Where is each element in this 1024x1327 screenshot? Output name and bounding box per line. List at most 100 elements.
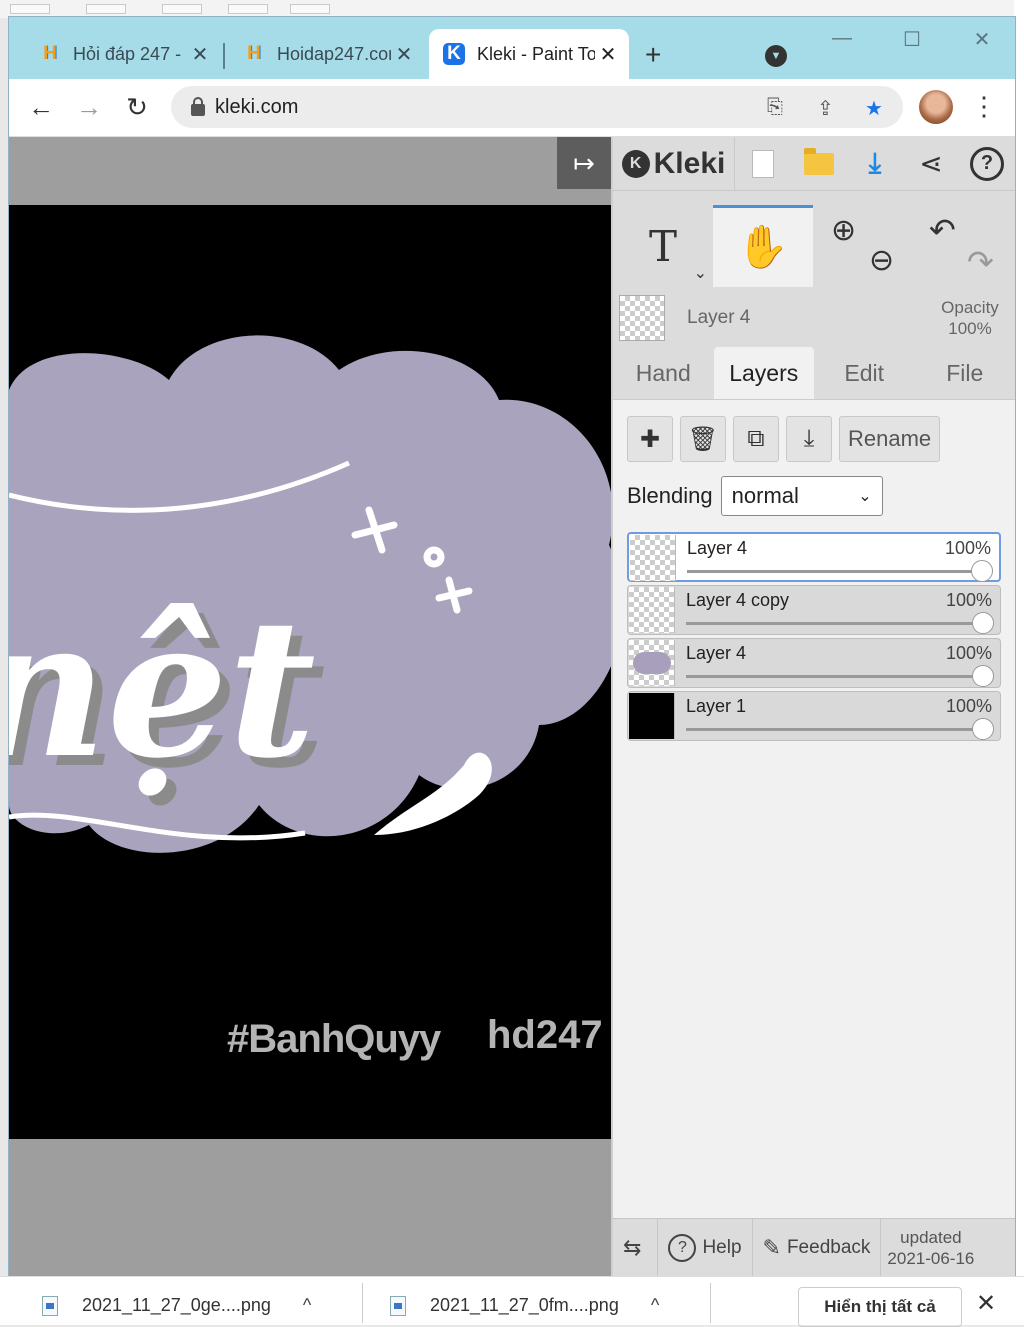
chevron-down-icon[interactable]: ⌄ xyxy=(694,263,707,283)
text-tool-button[interactable]: T ⌄ xyxy=(613,205,713,287)
layer-opacity-slider[interactable] xyxy=(687,570,983,573)
address-bar[interactable]: kleki.com ⎘ ⇪ ★ xyxy=(171,86,903,128)
layer-row[interactable]: Layer 4 100% xyxy=(627,532,1001,582)
layer-opacity: 100% xyxy=(945,643,992,663)
help-button[interactable]: ? xyxy=(959,137,1015,191)
tab-edit[interactable]: Edit xyxy=(814,347,915,399)
share-page-icon[interactable]: ⇪ xyxy=(817,96,834,121)
back-arrow-icon[interactable]: ← xyxy=(23,91,59,123)
layer-opacity: 100% xyxy=(944,538,991,558)
layer-row[interactable]: Layer 1 100% xyxy=(627,691,1001,741)
feedback-icon: ✎ xyxy=(762,1234,781,1260)
merge-down-icon: ⤓ xyxy=(803,425,815,452)
layer-opacity-knob[interactable] xyxy=(972,665,994,687)
delete-layer-button[interactable]: 🗑 xyxy=(680,416,726,462)
tab-search-icon[interactable]: ▼ xyxy=(765,45,787,67)
swap-side-button[interactable]: ⇆ xyxy=(613,1218,659,1276)
blending-value: normal xyxy=(731,483,799,508)
translate-icon[interactable]: ⎘ xyxy=(767,96,783,119)
tab-separator xyxy=(223,43,225,69)
tab-kleki[interactable]: K Kleki - Paint Tool ✕ xyxy=(429,29,629,79)
layer-name: Layer 1 xyxy=(686,696,747,716)
forward-arrow-icon[interactable]: → xyxy=(71,91,107,123)
drawing-canvas[interactable]: nệt nệt #BanhQuyy hd247 xyxy=(9,205,611,1139)
profile-avatar[interactable] xyxy=(919,90,953,124)
chevron-up-icon[interactable]: ^ xyxy=(651,1295,659,1316)
tab-file[interactable]: File xyxy=(915,347,1016,399)
blending-select[interactable]: normal ⌄ xyxy=(720,476,883,516)
layer-opacity-knob[interactable] xyxy=(971,560,993,582)
current-layer-opacity[interactable]: Opacity 100% xyxy=(935,297,1005,339)
add-layer-button[interactable]: ✚ xyxy=(627,416,673,462)
lock-icon xyxy=(191,97,205,116)
close-tab-icon[interactable]: ✕ xyxy=(187,42,213,67)
collapse-panel-icon[interactable]: ↦ xyxy=(557,137,611,189)
image-file-icon xyxy=(390,1295,406,1316)
browser-window: H Hỏi đáp 247 - ✕ H Hoidap247.com ✕ K Kl… xyxy=(8,16,1016,1276)
download-item[interactable]: 2021_11_27_0ge....png ^ xyxy=(42,1295,311,1316)
tab-layers[interactable]: Layers xyxy=(713,347,814,399)
tab-hand[interactable]: Hand xyxy=(613,347,714,399)
new-tab-button[interactable]: + xyxy=(645,41,661,69)
panel-tabs: Hand Layers Edit File xyxy=(613,347,1015,399)
desktop-icon xyxy=(228,4,268,14)
layer-row[interactable]: Layer 4 100% xyxy=(627,638,1001,688)
reload-icon[interactable]: ↻ xyxy=(119,91,155,123)
zoom-out-icon[interactable]: ⊖ xyxy=(869,243,894,278)
download-item[interactable]: 2021_11_27_0fm....png ^ xyxy=(390,1295,659,1316)
layer-thumbnail xyxy=(630,535,676,581)
layers-panel: ✚ 🗑 ⧉ ⤓ Rename Blending normal ⌄ Layer 4… xyxy=(613,399,1015,1249)
show-all-downloads-button[interactable]: Hiển thị tất cả xyxy=(798,1287,962,1327)
help-link[interactable]: ? Help xyxy=(658,1218,753,1276)
layer-opacity-knob[interactable] xyxy=(972,718,994,740)
download-separator xyxy=(710,1283,711,1323)
layer-opacity-slider[interactable] xyxy=(686,675,984,678)
chevron-up-icon[interactable]: ^ xyxy=(303,1295,311,1316)
minimize-icon[interactable]: — xyxy=(827,27,857,50)
artwork-graphic: nệt nệt xyxy=(9,335,611,853)
feedback-link[interactable]: ✎ Feedback xyxy=(753,1218,882,1276)
share-button[interactable]: ⋖ xyxy=(903,137,959,191)
undo-icon[interactable]: ↶ xyxy=(929,211,956,249)
browser-menu-icon[interactable]: ⋮ xyxy=(971,91,997,122)
rename-layer-button[interactable]: Rename xyxy=(839,416,941,462)
redo-icon[interactable]: ↷ xyxy=(967,243,994,281)
window-close-icon[interactable]: ✕ xyxy=(967,27,997,52)
close-downloads-icon[interactable]: ✕ xyxy=(976,1289,996,1318)
svg-text:nệt: nệt xyxy=(9,577,316,800)
layer-opacity-knob[interactable] xyxy=(972,612,994,634)
plus-icon: ✚ xyxy=(639,425,661,453)
tab-strip: H Hỏi đáp 247 - ✕ H Hoidap247.com ✕ K Kl… xyxy=(9,17,1015,79)
bookmark-star-icon[interactable]: ★ xyxy=(865,96,883,121)
download-filename: 2021_11_27_0fm....png xyxy=(430,1295,619,1315)
layer-row[interactable]: Layer 4 copy 100% xyxy=(627,585,1001,635)
update-info[interactable]: updated 2021-06-16 xyxy=(881,1227,980,1269)
layer-opacity-slider[interactable] xyxy=(686,728,984,731)
kleki-logo-text: Kleki xyxy=(653,146,726,180)
save-image-button[interactable]: ⤓ xyxy=(847,137,903,191)
close-tab-icon[interactable]: ✕ xyxy=(595,42,621,67)
tab-title: Hỏi đáp 247 - xyxy=(73,43,182,64)
duplicate-layer-button[interactable]: ⧉ xyxy=(733,416,779,462)
url-text: kleki.com xyxy=(215,95,299,118)
trash-icon: 🗑 xyxy=(687,425,719,453)
desktop-icon xyxy=(10,4,50,14)
new-image-button[interactable] xyxy=(735,137,791,191)
zoom-in-icon[interactable]: ⊕ xyxy=(831,213,856,248)
maximize-icon[interactable]: ☐ xyxy=(897,27,927,52)
kleki-logo[interactable]: K Kleki xyxy=(613,137,735,191)
cloud-thumbnail xyxy=(633,652,671,674)
layer-list: Layer 4 100% Layer 4 copy 100% Layer 4 1… xyxy=(627,532,1001,744)
merge-down-button[interactable]: ⤓ xyxy=(786,416,832,462)
panel-footer: ⇆ ? Help ✎ Feedback updated 2021-06-16 xyxy=(613,1218,1015,1276)
open-image-button[interactable] xyxy=(791,137,847,191)
close-tab-icon[interactable]: ✕ xyxy=(391,42,417,67)
tab-hoidap-2[interactable]: H Hoidap247.com ✕ xyxy=(229,29,425,79)
layer-opacity-slider[interactable] xyxy=(686,622,984,625)
canvas-area[interactable]: ↦ nệt nệt xyxy=(9,137,611,1276)
undo-redo-group: ↶ ↷ xyxy=(913,205,1013,287)
hand-tool-button[interactable]: ✋ xyxy=(713,205,813,287)
help-icon: ? xyxy=(970,146,1004,181)
tab-hoidap-1[interactable]: H Hỏi đáp 247 - ✕ xyxy=(25,29,221,79)
opacity-value: 100% xyxy=(948,319,992,338)
